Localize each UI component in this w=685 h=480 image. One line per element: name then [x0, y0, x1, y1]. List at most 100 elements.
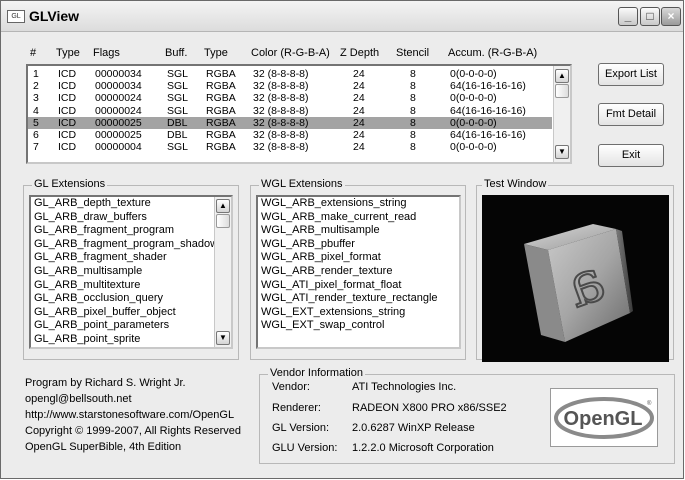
pixel-format-row[interactable]: 5 ICD 00000025 DBL RGBA 32 (8-8-8-8) 24 8 0(0-0-… — [28, 116, 552, 129]
extension-item[interactable]: GL_ARB_occlusion_query — [31, 292, 217, 306]
cell-type: ICD — [58, 92, 77, 105]
gl-version-key: GL Version: — [272, 422, 330, 434]
cell-type: ICD — [58, 116, 77, 129]
extension-item[interactable]: GL_ARB_draw_buffers — [31, 211, 217, 225]
cell-pixel-type: RGBA — [206, 68, 236, 80]
pixel-format-list[interactable]: 1 ICD 00000034 SGL RGBA 32 (8-8-8-8) 24 8 0(0-0-… — [26, 64, 572, 164]
vendor-info-label: Vendor Information — [268, 367, 365, 379]
scroll-down-button[interactable]: ▼ — [555, 145, 569, 159]
extension-item[interactable]: GL_ARB_depth_texture — [31, 197, 217, 211]
cell-color: 32 (8-8-8-8) — [253, 92, 309, 105]
cell-accum: 64(16-16-16-16) — [450, 104, 526, 117]
col-header-accum: Accum. (R-G-B-A) — [448, 47, 538, 59]
pixel-format-row[interactable]: 4 ICD 00000024 SGL RGBA 32 (8-8-8-8) 24 8 64(16-… — [28, 105, 552, 117]
cell-color: 32 (8-8-8-8) — [253, 68, 309, 80]
cell-accum: 64(16-16-16-16) — [450, 80, 526, 93]
pixel-format-row[interactable]: 6 ICD 00000025 DBL RGBA 32 (8-8-8-8) 24 8 64(16-… — [28, 129, 552, 141]
cell-accum: 0(0-0-0-0) — [450, 116, 497, 129]
cell-type: ICD — [58, 104, 77, 117]
col-header-buffer: Buff. — [165, 47, 188, 59]
extension-item[interactable]: GL_ARB_multitexture — [31, 279, 217, 293]
cell-accum: 0(0-0-0-0) — [450, 68, 497, 80]
pixel-format-row[interactable]: 2 ICD 00000034 SGL RGBA 32 (8-8-8-8) 24 8 64(16-… — [28, 80, 552, 92]
cell-pixel-type: RGBA — [206, 92, 236, 105]
col-header-type: Type — [56, 47, 80, 59]
cell-buffer: DBL — [167, 116, 188, 129]
extension-item[interactable]: GL_ARB_point_sprite — [31, 333, 217, 347]
col-header-stencil: Stencil — [396, 47, 430, 59]
extension-item[interactable]: WGL_ARB_multisample — [258, 224, 459, 238]
extension-item[interactable]: WGL_ARB_pbuffer — [258, 238, 459, 252]
scroll-thumb[interactable] — [555, 84, 569, 98]
extension-item[interactable]: GL_ARB_fragment_program_shadow — [31, 238, 217, 252]
export-list-button[interactable]: Export List — [598, 63, 664, 86]
cell-accum: 0(0-0-0-0) — [450, 92, 497, 105]
program-copyright: Copyright © 1999-2007, All Rights Reserv… — [25, 425, 241, 437]
extension-item[interactable]: WGL_ATI_pixel_format_float — [258, 279, 459, 293]
vendor-key: Vendor: — [272, 381, 310, 393]
cell-buffer: SGL — [167, 68, 189, 80]
cell-buffer: DBL — [167, 129, 188, 141]
cell-type: ICD — [58, 129, 77, 141]
extension-item[interactable]: GL_ARB_pixel_buffer_object — [31, 306, 217, 320]
cell-color: 32 (8-8-8-8) — [253, 104, 309, 117]
extension-item[interactable]: WGL_EXT_swap_control — [258, 319, 459, 333]
extension-item[interactable]: GL_ARB_fragment_shader — [31, 251, 217, 265]
cell-z-depth: 24 — [353, 141, 365, 154]
extension-item[interactable]: GL_ARB_point_parameters — [31, 319, 217, 333]
gl-extensions-scrollbar[interactable]: ▲ ▼ — [214, 197, 231, 347]
gl-scroll-down-button[interactable]: ▼ — [216, 331, 230, 345]
cell-stencil: 8 — [410, 80, 416, 93]
gl-version-value: 2.0.6287 WinXP Release — [352, 422, 475, 434]
pixel-format-row[interactable]: 3 ICD 00000024 SGL RGBA 32 (8-8-8-8) 24 8 0(0-0-… — [28, 92, 552, 104]
gl-scroll-up-button[interactable]: ▲ — [216, 199, 230, 213]
test-window-viewport[interactable]: a — [482, 195, 669, 362]
opengl-trademark: ® — [647, 400, 652, 407]
cell-flags: 00000025 — [95, 116, 142, 129]
cell-color: 32 (8-8-8-8) — [253, 141, 309, 154]
title-bar[interactable]: GL GLView _ □ × — [1, 1, 683, 32]
gl-scroll-thumb[interactable] — [216, 214, 230, 228]
cell-accum: 0(0-0-0-0) — [450, 141, 497, 154]
program-book: OpenGL SuperBible, 4th Edition — [25, 441, 182, 453]
fmt-detail-button[interactable]: Fmt Detail — [598, 103, 664, 126]
pixel-format-row[interactable]: 1 ICD 00000034 SGL RGBA 32 (8-8-8-8) 24 8 0(0-0-… — [28, 68, 552, 80]
col-header-index: # — [30, 47, 37, 59]
gl-extensions-list[interactable]: GL_ARB_depth_texture GL_ARB_draw_buffers G… — [29, 195, 233, 349]
cell-index: 7 — [33, 141, 39, 154]
cell-z-depth: 24 — [353, 92, 365, 105]
close-button[interactable]: × — [661, 7, 681, 26]
cell-pixel-type: RGBA — [206, 129, 236, 141]
vendor-value: ATI Technologies Inc. — [352, 381, 457, 393]
pixel-format-row[interactable]: 7 ICD 00000004 SGL RGBA 32 (8-8-8-8) 24 8 0(0-0-… — [28, 141, 552, 153]
cell-color: 32 (8-8-8-8) — [253, 80, 309, 93]
minimize-button[interactable]: _ — [618, 7, 638, 26]
cell-z-depth: 24 — [353, 104, 365, 117]
pixel-format-scrollbar[interactable]: ▲ ▼ — [553, 66, 570, 162]
cell-flags: 00000034 — [95, 80, 142, 93]
cell-index: 4 — [33, 104, 39, 117]
extension-item[interactable]: WGL_ARB_render_texture — [258, 265, 459, 279]
wgl-extensions-items: WGL_ARB_extensions_string WGL_ARB_make_cu… — [258, 197, 459, 333]
scroll-up-button[interactable]: ▲ — [555, 69, 569, 83]
cell-accum: 64(16-16-16-16) — [450, 129, 526, 141]
maximize-button[interactable]: □ — [640, 7, 660, 26]
glu-version-key: GLU Version: — [272, 442, 338, 454]
extension-item[interactable]: WGL_ARB_pixel_format — [258, 251, 459, 265]
wgl-extensions-list[interactable]: WGL_ARB_extensions_string WGL_ARB_make_cu… — [256, 195, 461, 349]
exit-button[interactable]: Exit — [598, 144, 664, 167]
cell-stencil: 8 — [410, 116, 416, 129]
cell-stencil: 8 — [410, 141, 416, 154]
extension-item[interactable]: WGL_ARB_extensions_string — [258, 197, 459, 211]
gl-extensions-items: GL_ARB_depth_texture GL_ARB_draw_buffers G… — [31, 197, 217, 347]
extension-item[interactable]: WGL_ATI_render_texture_rectangle — [258, 292, 459, 306]
cell-index: 3 — [33, 92, 39, 105]
extension-item[interactable]: WGL_ARB_make_current_read — [258, 211, 459, 225]
extension-item[interactable]: WGL_EXT_extensions_string — [258, 306, 459, 320]
extension-item[interactable]: GL_ARB_multisample — [31, 265, 217, 279]
cell-type: ICD — [58, 80, 77, 93]
cell-buffer: SGL — [167, 80, 189, 93]
cell-pixel-type: RGBA — [206, 104, 236, 117]
cell-index: 5 — [33, 116, 39, 129]
extension-item[interactable]: GL_ARB_fragment_program — [31, 224, 217, 238]
